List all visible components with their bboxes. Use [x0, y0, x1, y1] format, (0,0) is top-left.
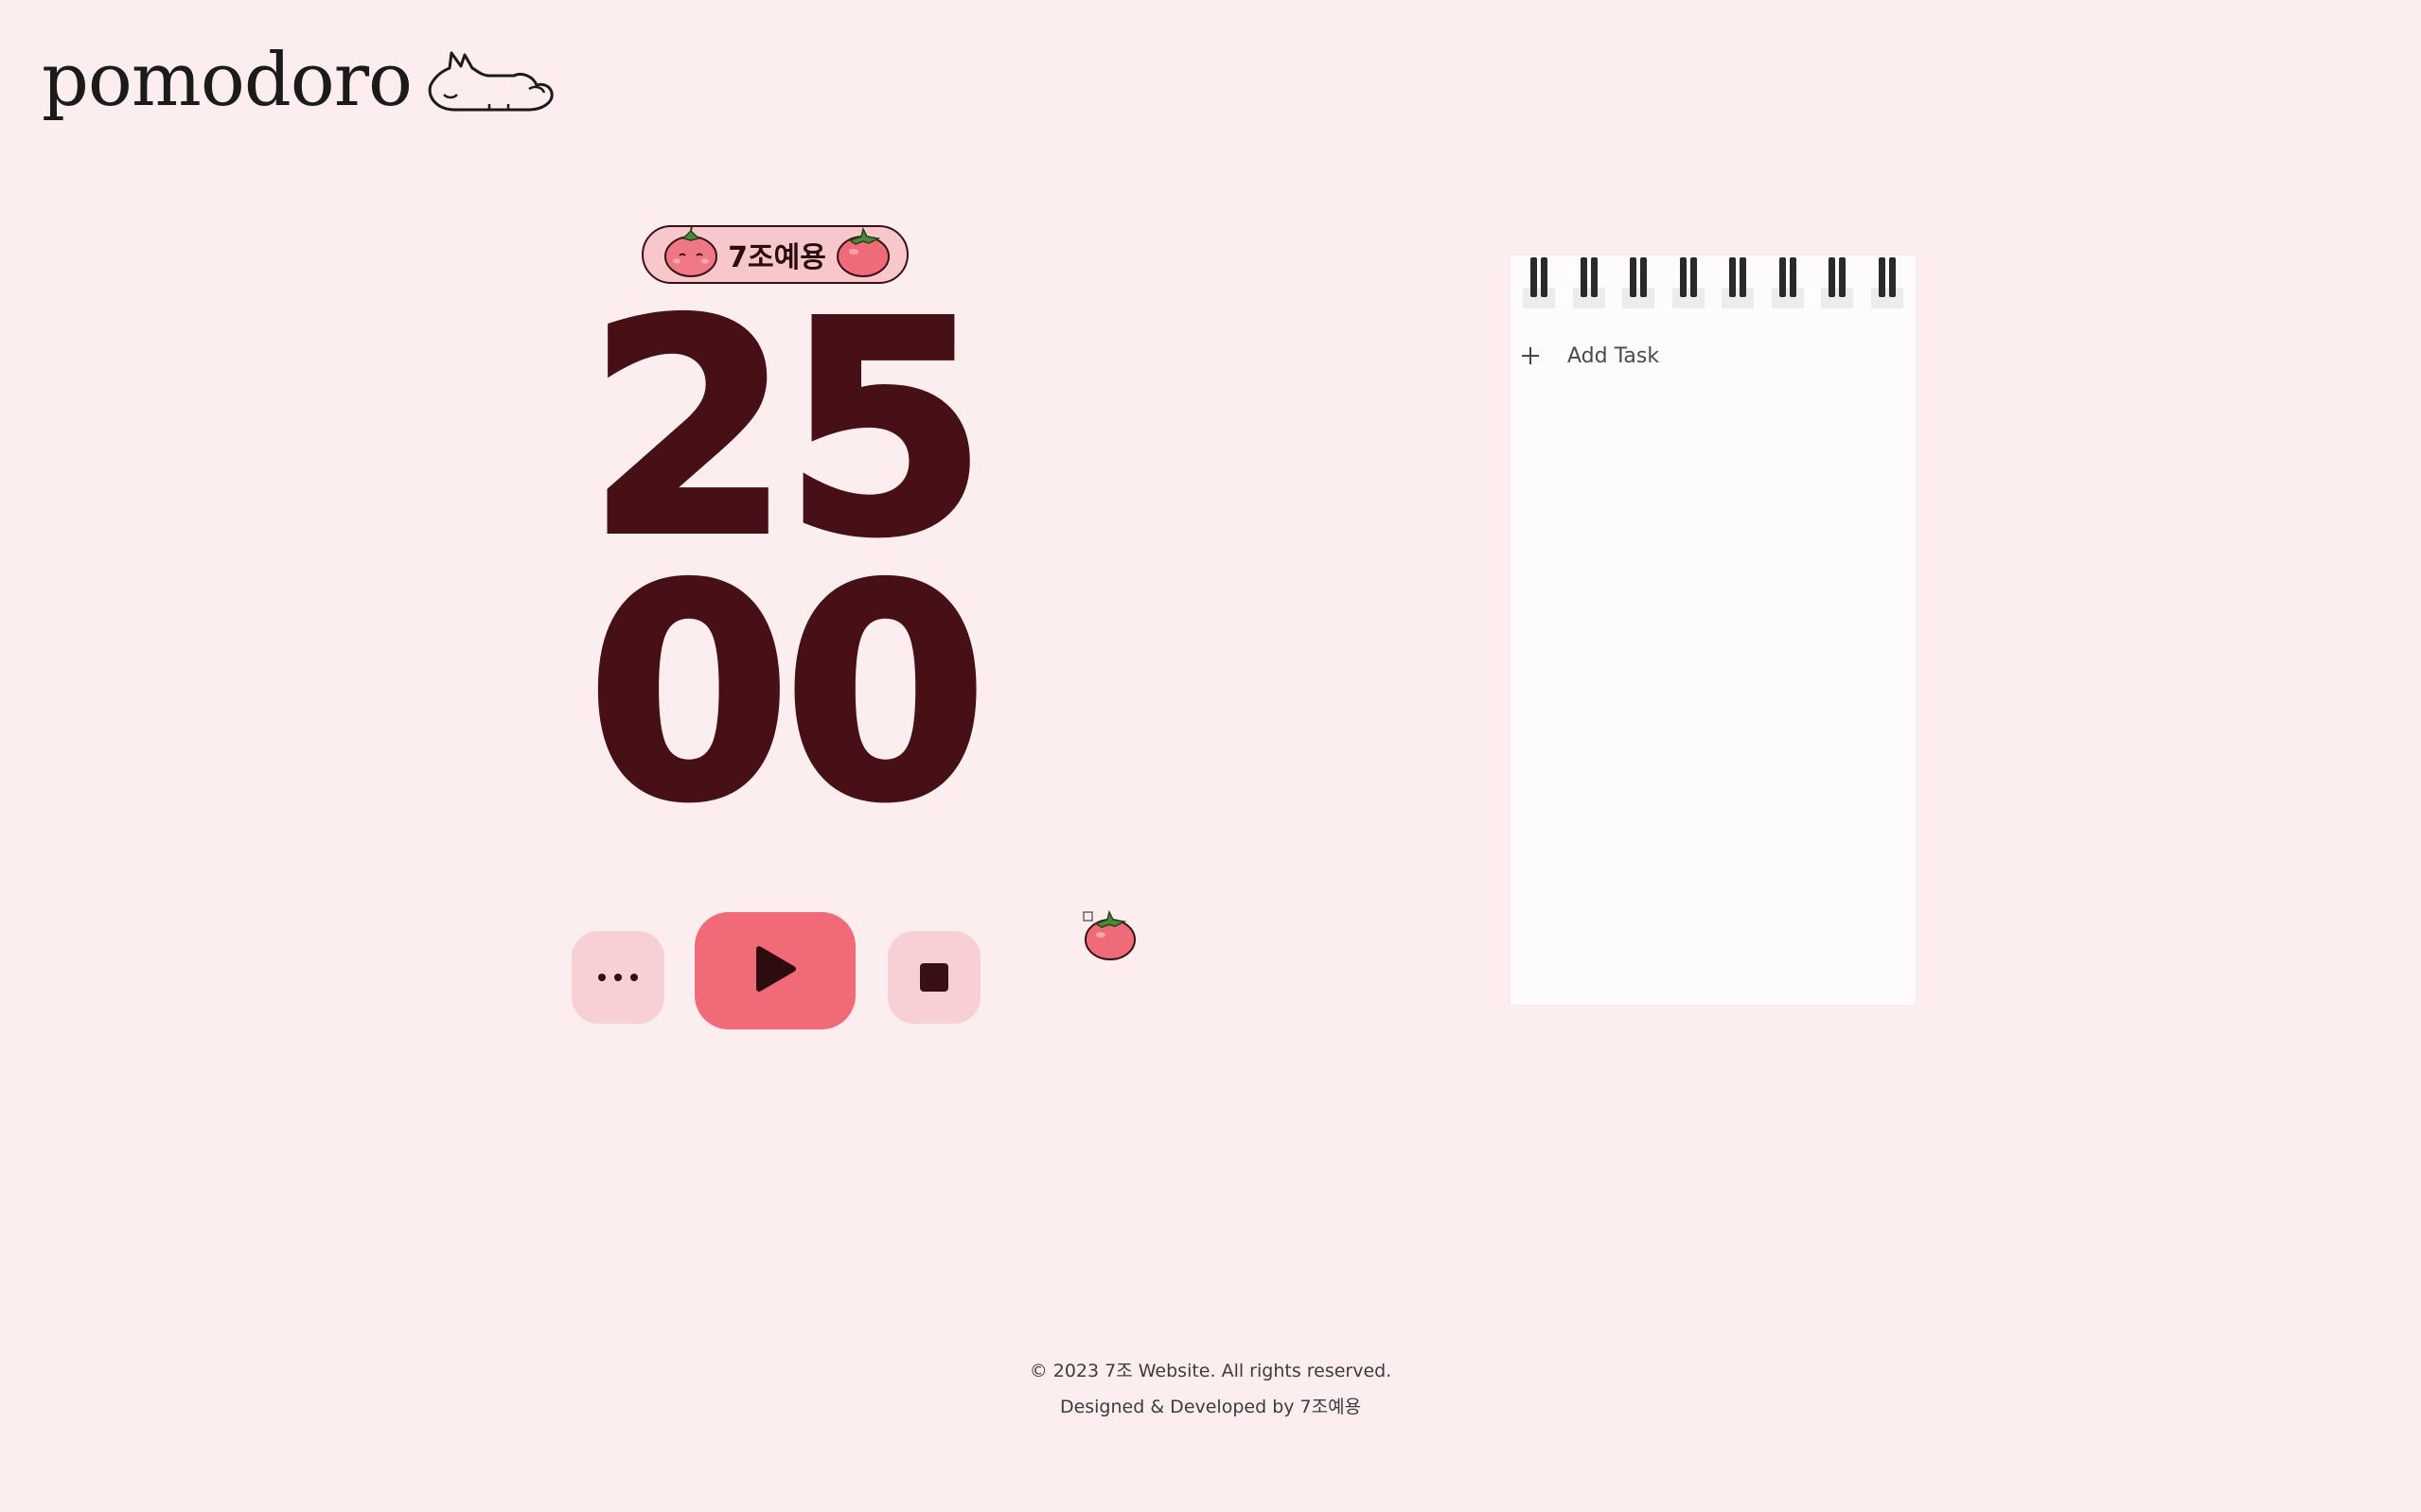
timer-seconds: 00	[584, 524, 990, 866]
ellipsis-icon	[598, 974, 638, 981]
app-logo[interactable]: pomodoro	[42, 42, 557, 119]
plus-icon	[1516, 343, 1543, 369]
stop-button[interactable]	[888, 931, 981, 1024]
add-task-button[interactable]: Add Task	[1516, 343, 1659, 369]
credits-text: Designed & Developed by 7조예용	[1059, 1397, 1362, 1417]
tomato-icon[interactable]	[1081, 908, 1138, 965]
spiral-ring	[1870, 255, 1903, 308]
copyright-text: © 2023 7조 Website. All rights reserved.	[1029, 1361, 1392, 1381]
spiral-ring	[1671, 255, 1705, 308]
more-options-button[interactable]	[572, 931, 664, 1024]
add-task-label: Add Task	[1567, 343, 1660, 368]
footer: © 2023 7조 Website. All rights reserved. …	[0, 1353, 2421, 1425]
play-icon	[751, 943, 799, 998]
play-button[interactable]	[695, 912, 856, 1029]
spiral-ring	[1821, 255, 1854, 308]
logo-text: pomodoro	[42, 38, 413, 123]
sleeping-cat-icon	[423, 47, 557, 119]
stop-icon	[920, 963, 948, 992]
spiral-ring	[1771, 255, 1804, 308]
spiral-ring	[1572, 255, 1605, 308]
spiral-binding	[1511, 255, 1916, 308]
task-notepad: Add Task	[1511, 255, 1916, 1005]
spiral-ring	[1722, 255, 1755, 308]
spiral-ring	[1523, 255, 1556, 308]
spiral-ring	[1622, 255, 1655, 308]
